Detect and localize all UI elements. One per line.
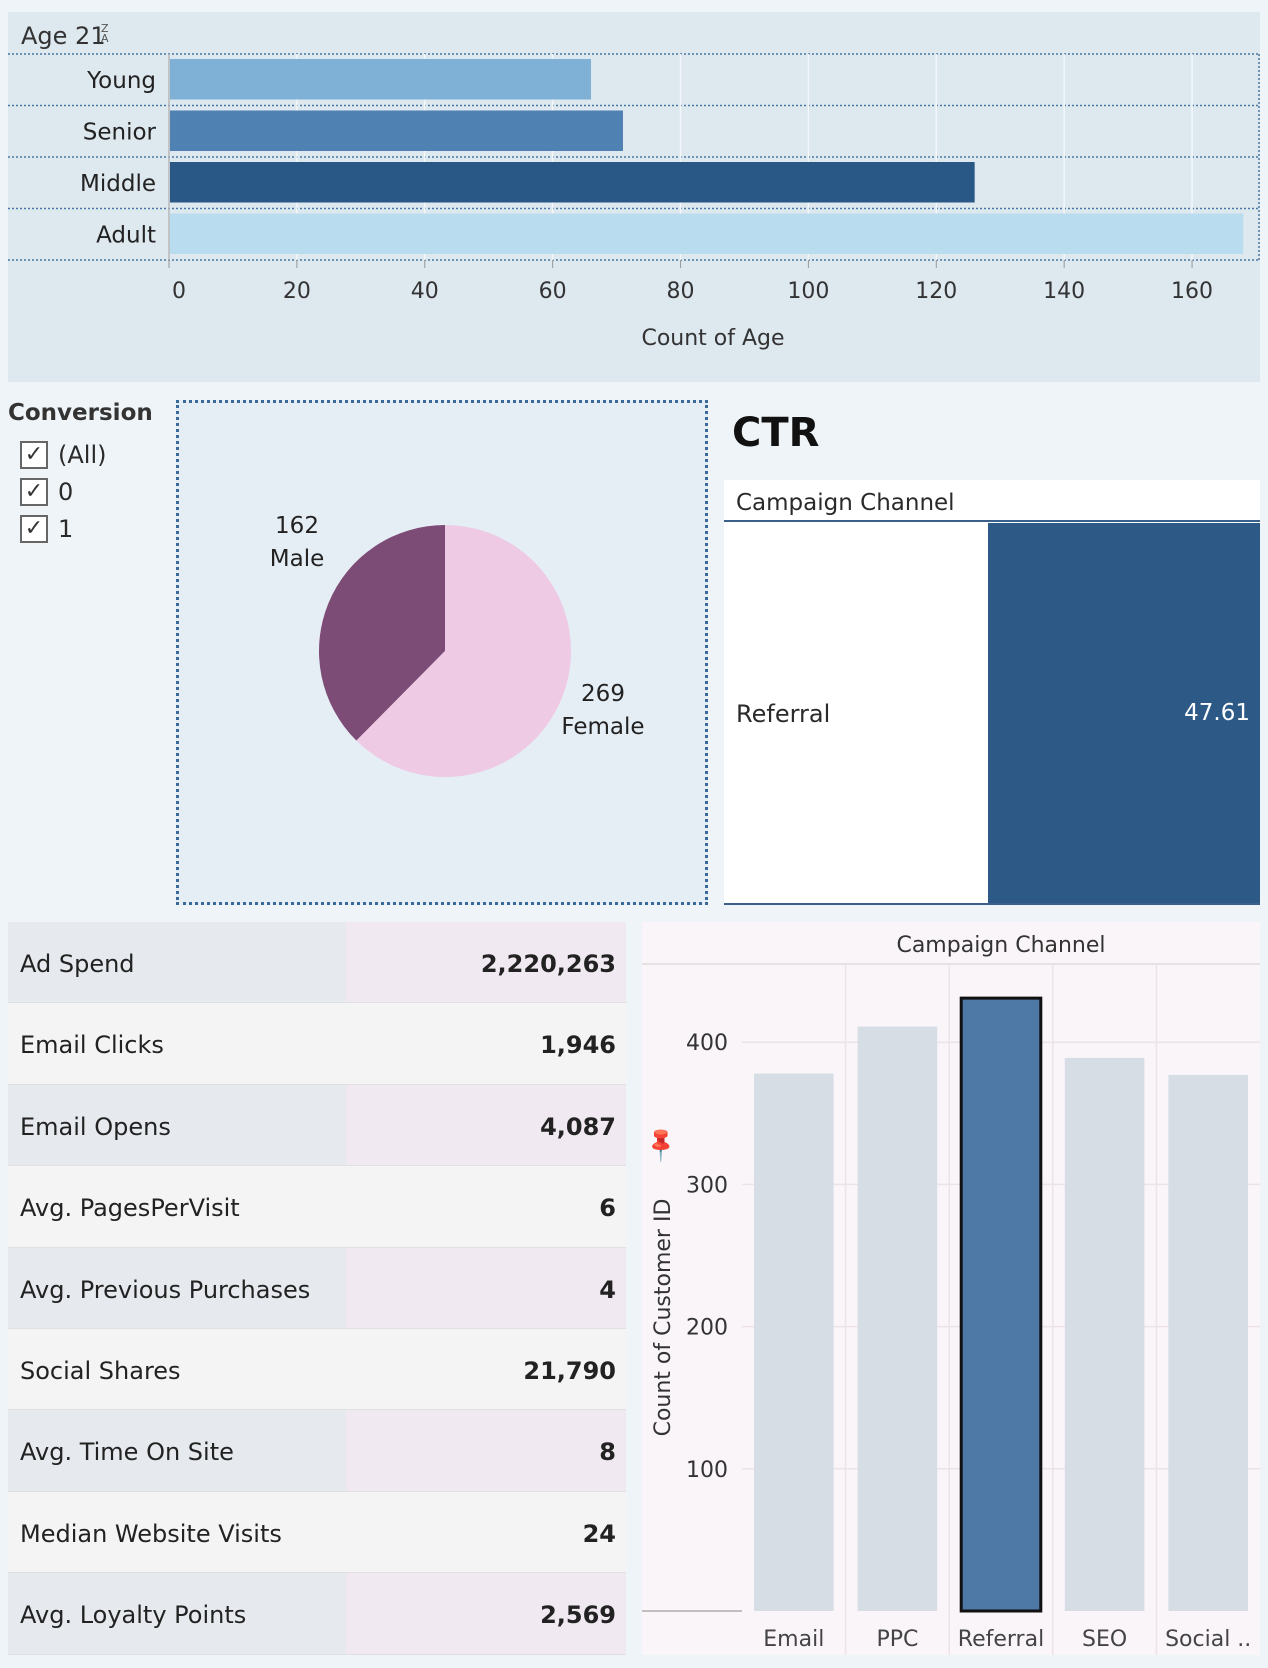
x-axis-title: Count of Age: [641, 326, 784, 351]
table-row[interactable]: Avg. PagesPerVisit 6: [8, 1166, 626, 1248]
metric-label: Avg. PagesPerVisit: [8, 1166, 346, 1247]
x-tick-label: Referral: [958, 1627, 1044, 1652]
age-bar-middle[interactable]: [170, 162, 975, 203]
conversion-filter: Conversion ✓ (All) ✓ 0 ✓ 1: [8, 400, 168, 560]
age-chart-panel: Age 21 ZA Young Senior Middle Adult 0 20 40 60 8…: [8, 12, 1260, 382]
pie-value-male: 162: [275, 513, 319, 539]
age-category-label: Adult: [96, 222, 156, 248]
x-tick-label: 60: [539, 279, 567, 304]
ctr-header-campaign-channel: Campaign Channel: [724, 480, 1260, 522]
x-tick-label: 0: [172, 279, 186, 304]
x-tick-label: 120: [915, 279, 957, 304]
metric-value: 4: [346, 1247, 626, 1328]
ctr-title: CTR: [732, 410, 820, 456]
x-tick-label: 160: [1171, 279, 1213, 304]
checkbox-0[interactable]: ✓: [20, 477, 48, 506]
pie-label-female: Female: [561, 714, 644, 740]
age-category-label: Middle: [80, 171, 156, 197]
age-category-label: Senior: [83, 119, 157, 145]
filter-option-label: 1: [58, 514, 74, 543]
metric-value: 2,569: [346, 1573, 626, 1654]
checkbox-1[interactable]: ✓: [20, 514, 48, 543]
metric-value: 8: [346, 1410, 626, 1491]
channel-bar-email[interactable]: [754, 1073, 834, 1611]
x-tick-label: 20: [283, 279, 311, 304]
metric-value: 24: [346, 1491, 626, 1573]
channel-bar-ppc[interactable]: [857, 1026, 938, 1611]
x-tick-label: SEO: [1082, 1627, 1127, 1652]
metric-value: 21,790: [346, 1328, 626, 1410]
gender-pie-panel[interactable]: 162 Male 269 Female: [176, 400, 708, 905]
metric-label: Email Clicks: [8, 1003, 346, 1084]
ctr-value: 47.61: [1184, 700, 1250, 726]
metric-value: 2,220,263: [346, 922, 626, 1003]
table-row[interactable]: Median Website Visits 24: [8, 1491, 626, 1574]
y-tick-label: 400: [686, 1031, 728, 1056]
checkbox-all[interactable]: ✓: [20, 440, 48, 469]
table-row[interactable]: Ad Spend 2,220,263: [8, 922, 626, 1004]
age-bar-chart: Young Senior Middle Adult 0 20 40 60 80 100 120 140…: [8, 53, 1260, 351]
pie-value-female: 269: [581, 681, 625, 707]
y-tick-label: 200: [686, 1316, 728, 1341]
filter-option-label: (All): [58, 440, 107, 469]
age-bar-adult[interactable]: [170, 213, 1244, 255]
x-tick-label: 80: [667, 279, 695, 304]
metric-label: Median Website Visits: [8, 1491, 346, 1573]
y-tick-label: 100: [686, 1458, 728, 1483]
metric-label: Ad Spend: [8, 922, 346, 1003]
table-row[interactable]: Email Opens 4,087: [8, 1084, 626, 1167]
channel-bar-referral[interactable]: [959, 996, 1043, 1613]
x-tick-label: 140: [1043, 279, 1085, 304]
metric-value: 6: [346, 1166, 626, 1247]
filter-option-label: 0: [58, 477, 74, 506]
pie-label-male: Male: [270, 546, 324, 572]
metric-label: Social Shares: [8, 1328, 346, 1410]
metric-label: Avg. Previous Purchases: [8, 1247, 346, 1328]
conversion-filter-title: Conversion: [8, 400, 153, 426]
age-bar-senior[interactable]: [170, 110, 623, 152]
channel-bar-seo[interactable]: [1064, 1057, 1145, 1611]
metric-value: 1,946: [346, 1003, 626, 1084]
age-category-label: Young: [86, 68, 156, 94]
channel-bar-social[interactable]: [1168, 1074, 1248, 1611]
x-tick-label: 100: [787, 279, 829, 304]
table-row[interactable]: Avg. Previous Purchases 4: [8, 1247, 626, 1329]
gender-pie-chart: 162 Male 269 Female: [270, 513, 645, 777]
table-row[interactable]: Social Shares 21,790: [8, 1328, 626, 1411]
x-tick-label: PPC: [876, 1627, 918, 1652]
campaign-channel-bar-chart: Campaign Channel 100 200 300 400 Email PPC Refe…: [642, 933, 1260, 1655]
campaign-channel-chart-panel: Campaign Channel 100 200 300 400 Email PPC Refe…: [640, 922, 1260, 1655]
metric-label: Avg. Time On Site: [8, 1410, 346, 1491]
x-tick-label: Email: [763, 1627, 824, 1652]
ctr-table: Campaign Channel Referral 47.61: [724, 480, 1260, 905]
table-row[interactable]: Avg. Loyalty Points 2,569: [8, 1573, 626, 1655]
ctr-row-label: Referral: [736, 700, 831, 728]
metric-value: 4,087: [346, 1084, 626, 1166]
filter-option-0[interactable]: ✓ 0: [20, 473, 168, 510]
table-row[interactable]: Avg. Time On Site 8: [8, 1410, 626, 1492]
y-axis-title: Count of Customer ID: [651, 1199, 676, 1437]
metric-label: Email Opens: [8, 1084, 346, 1166]
table-row[interactable]: Email Clicks 1,946: [8, 1003, 626, 1085]
chart-header-title: Campaign Channel: [896, 933, 1105, 958]
x-tick-label: 40: [411, 279, 439, 304]
metrics-table: Ad Spend 2,220,263 Email Clicks 1,946 Em…: [8, 922, 626, 1655]
filter-option-all[interactable]: ✓ (All): [20, 436, 168, 473]
age-bar-young[interactable]: [170, 59, 592, 100]
y-tick-label: 300: [686, 1173, 728, 1198]
ctr-bottom-divider: [724, 903, 1260, 905]
x-tick-label: Social ..: [1165, 1627, 1251, 1652]
metric-label: Avg. Loyalty Points: [8, 1573, 346, 1654]
filter-option-1[interactable]: ✓ 1: [20, 510, 168, 547]
